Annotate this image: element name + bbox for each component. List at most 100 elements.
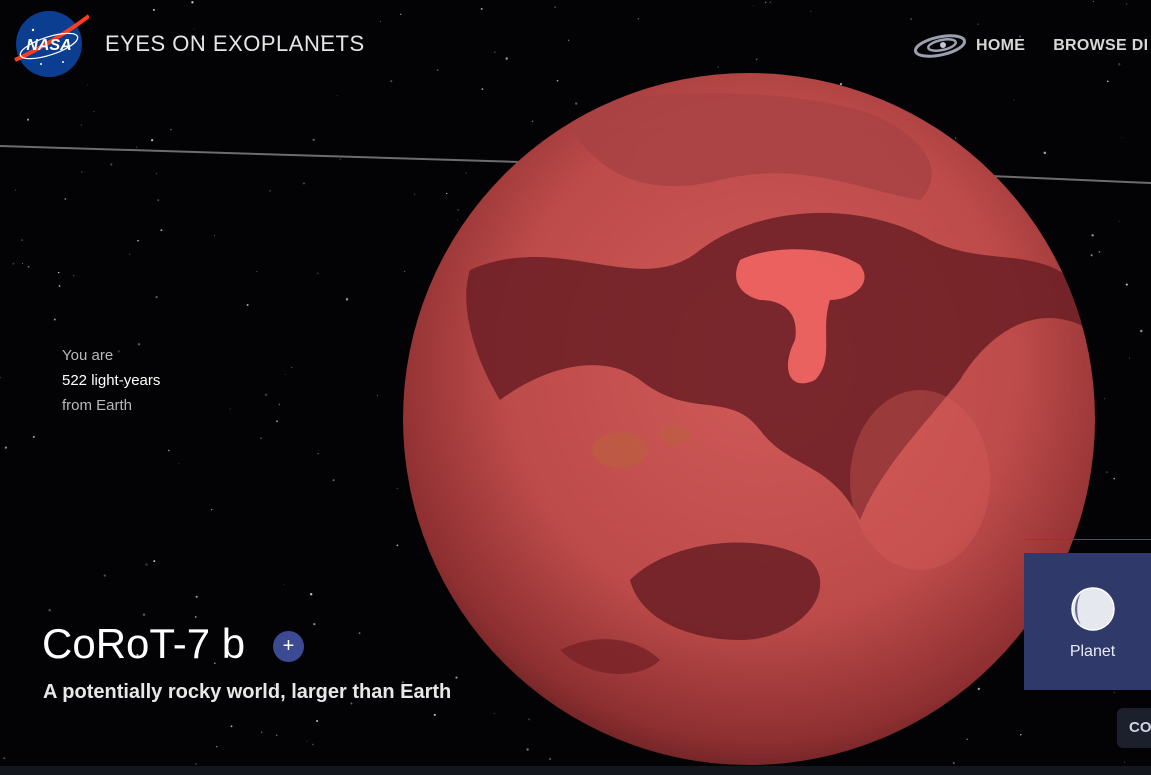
galaxy-icon[interactable]	[912, 31, 968, 61]
star	[64, 198, 67, 200]
planet-icon	[1071, 587, 1115, 631]
star	[246, 303, 249, 307]
star	[1128, 357, 1130, 359]
planet-view-button[interactable]: Planet	[1024, 553, 1151, 690]
star	[436, 69, 439, 71]
star	[191, 1, 194, 4]
star	[193, 28, 195, 30]
star	[230, 725, 233, 728]
nasa-logo[interactable]: NASA	[13, 10, 89, 78]
star	[14, 189, 17, 191]
star	[216, 746, 218, 748]
star	[58, 285, 61, 287]
star	[1098, 251, 1101, 253]
star	[531, 120, 534, 123]
star	[21, 239, 24, 242]
star	[276, 734, 278, 736]
planet-globe[interactable]	[403, 73, 1095, 765]
star	[457, 208, 460, 211]
star	[1013, 99, 1015, 101]
distance-suffix: from Earth	[62, 397, 133, 414]
app-title[interactable]: EYES ON EXOPLANETS	[105, 31, 365, 57]
planet-card-label: Planet	[1069, 643, 1116, 660]
star	[493, 712, 495, 715]
star	[4, 446, 7, 449]
distance-prefix: You are	[62, 347, 114, 364]
star	[480, 7, 483, 10]
star	[229, 408, 231, 410]
star	[145, 563, 148, 566]
more-info-button[interactable]: +	[273, 631, 304, 662]
nasa-logo-text: NASA	[26, 37, 71, 54]
star	[396, 544, 399, 547]
star	[952, 761, 955, 765]
nav-browse[interactable]: BROWSE DI	[1053, 37, 1148, 55]
distance-value: 522 light-years	[62, 372, 161, 389]
star	[32, 435, 35, 438]
star	[306, 740, 308, 742]
star	[376, 395, 378, 396]
star	[155, 172, 158, 175]
star	[316, 720, 319, 722]
star	[110, 163, 113, 166]
star	[211, 508, 213, 511]
star	[312, 138, 315, 141]
star	[1140, 329, 1143, 333]
star	[48, 608, 51, 612]
star	[769, 1, 771, 3]
star	[317, 453, 319, 455]
planet-tagline: A potentially rocky world, larger than E…	[43, 681, 452, 703]
star	[27, 118, 30, 121]
star	[752, 5, 754, 7]
star	[167, 449, 170, 452]
nav-home[interactable]: HOME	[976, 37, 1025, 55]
star	[87, 84, 89, 86]
star	[457, 219, 458, 221]
star	[1123, 761, 1126, 763]
top-nav: HOME BROWSE DI	[912, 30, 1151, 62]
star	[57, 271, 60, 274]
star	[73, 274, 75, 277]
star	[302, 182, 305, 185]
star	[12, 262, 15, 265]
star	[1043, 151, 1047, 155]
star	[414, 193, 416, 195]
star	[1121, 137, 1123, 139]
star	[400, 13, 402, 15]
star	[977, 23, 979, 25]
star	[1090, 254, 1093, 257]
star	[312, 743, 314, 746]
compare-button[interactable]: CO	[1117, 708, 1151, 748]
star	[317, 272, 319, 274]
star	[1113, 691, 1115, 694]
star	[1126, 3, 1128, 5]
star	[170, 129, 172, 131]
star	[259, 437, 262, 440]
star	[1113, 477, 1116, 480]
star	[977, 687, 980, 691]
star	[153, 560, 156, 563]
star	[1103, 398, 1105, 400]
star	[195, 763, 197, 765]
star	[275, 420, 279, 423]
star	[291, 367, 293, 368]
star	[528, 718, 531, 721]
star	[764, 1, 767, 4]
star	[567, 39, 570, 41]
star	[380, 20, 381, 22]
star	[336, 95, 338, 97]
star	[548, 757, 552, 761]
distance-readout: You are 522 light-years from Earth	[62, 343, 160, 418]
star	[358, 632, 361, 634]
star	[505, 57, 508, 60]
star	[80, 124, 82, 126]
star	[142, 613, 146, 616]
star	[155, 295, 158, 299]
star	[1118, 220, 1120, 222]
star	[575, 102, 578, 105]
star	[526, 748, 529, 751]
star	[137, 239, 139, 242]
star	[556, 79, 559, 82]
star	[1092, 0, 1095, 3]
star	[390, 80, 393, 83]
